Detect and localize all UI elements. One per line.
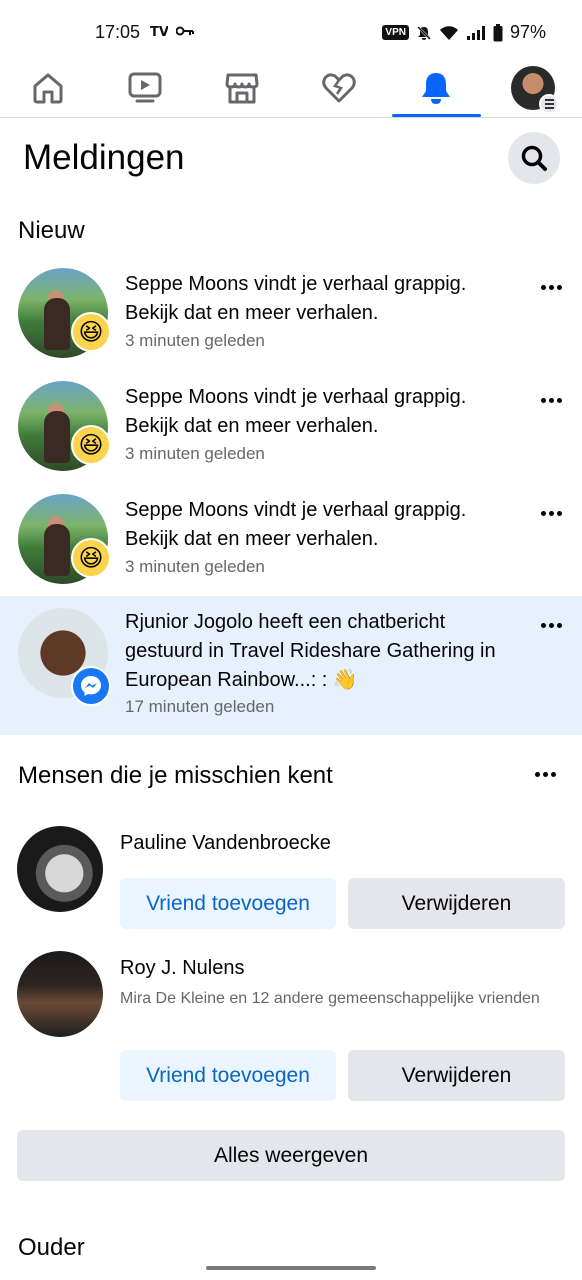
section-heading-new: Nieuw (18, 217, 85, 244)
bell-icon (422, 73, 450, 104)
status-right-icons: VPN 97% (382, 22, 546, 43)
notification-text: Seppe Moons vindt je verhaal grappig. Be… (125, 273, 467, 324)
notification-time: 3 minuten geleden (125, 557, 265, 576)
menu-icon (539, 94, 559, 114)
notification-community-link[interactable]: European Rainbow... (125, 669, 311, 691)
search-icon (521, 145, 547, 171)
tiktok-notification-icon: TV (150, 25, 168, 38)
notification-text: Seppe Moons vindt je verhaal grappig. Be… (125, 386, 467, 437)
add-friend-button[interactable]: Vriend toevoegen (120, 878, 336, 929)
store-icon (225, 73, 259, 104)
mute-bell-icon (417, 25, 431, 40)
search-button[interactable] (508, 132, 560, 184)
notification-item[interactable]: 😆 Seppe Moons vindt je verhaal grappig. … (0, 258, 582, 371)
nav-home-tab[interactable] (3, 58, 93, 118)
notification-text: Seppe Moons vindt je verhaal grappig. Be… (125, 499, 467, 550)
svg-text:TV: TV (150, 25, 168, 38)
remove-suggestion-button[interactable]: Verwijderen (348, 1050, 565, 1101)
top-nav-bar (0, 58, 582, 118)
wifi-icon (439, 25, 458, 40)
notification-item[interactable]: 😆 Seppe Moons vindt je verhaal grappig. … (0, 484, 582, 597)
remove-suggestion-button[interactable]: Verwijderen (348, 878, 565, 929)
heart-icon (322, 73, 356, 103)
notification-item[interactable]: 😆 Seppe Moons vindt je verhaal grappig. … (0, 371, 582, 484)
section-heading-pymk: Mensen die je misschien kent (18, 762, 333, 789)
nav-marketplace-tab[interactable] (197, 58, 287, 118)
haha-reaction-icon: 😆 (71, 312, 111, 352)
status-left-icons: TV (150, 24, 194, 38)
more-options-button[interactable] (538, 615, 564, 635)
status-bar: 17:05 TV VPN 97% (0, 0, 582, 58)
vpn-badge: VPN (382, 25, 409, 40)
more-options-button[interactable] (538, 390, 564, 410)
see-all-button[interactable]: Alles weergeven (17, 1130, 565, 1181)
status-time: 17:05 (95, 22, 141, 42)
person-avatar[interactable] (17, 951, 103, 1037)
home-indicator[interactable] (206, 1266, 376, 1270)
nav-video-tab[interactable] (100, 58, 190, 118)
notification-actor[interactable]: Seppe Moons (125, 499, 248, 521)
more-options-button[interactable] (538, 277, 564, 297)
mutual-friends: Mira De Kleine en 12 andere gemeenschapp… (120, 990, 540, 1007)
battery-icon (493, 23, 503, 41)
notification-actor[interactable]: Seppe Moons (125, 386, 248, 408)
notification-text: Rjunior Jogolo heeft een chatbericht ges… (125, 611, 496, 691)
add-friend-button[interactable]: Vriend toevoegen (120, 1050, 336, 1101)
nav-notifications-tab[interactable] (391, 58, 481, 118)
messenger-icon (71, 666, 111, 706)
page-title: Meldingen (23, 138, 185, 177)
notification-actor[interactable]: Seppe Moons (125, 273, 248, 295)
section-heading-older: Ouder (18, 1234, 85, 1261)
profile-avatar (511, 66, 559, 114)
person-name[interactable]: Roy J. Nulens (120, 957, 245, 980)
nav-dating-tab[interactable] (294, 58, 384, 118)
person-name[interactable]: Pauline Vandenbroecke (120, 832, 331, 855)
notification-time: 3 minuten geleden (125, 331, 265, 350)
notification-time: 3 minuten geleden (125, 444, 265, 463)
haha-reaction-icon: 😆 (71, 425, 111, 465)
home-icon (33, 73, 63, 104)
notification-time: 17 minuten geleden (125, 697, 275, 716)
active-tab-indicator (392, 114, 481, 117)
nav-menu-tab[interactable] (488, 58, 578, 118)
pymk-more-options-button[interactable] (530, 764, 560, 784)
video-icon (128, 72, 162, 103)
notification-actor[interactable]: Rjunior Jogolo (125, 611, 253, 633)
page-header: Meldingen (0, 128, 582, 188)
notification-group-link[interactable]: Travel Rideshare Gathering (230, 640, 475, 662)
battery-level: 97% (509, 22, 546, 42)
notification-item-unread[interactable]: Rjunior Jogolo heeft een chatbericht ges… (0, 596, 582, 735)
more-options-button[interactable] (538, 503, 564, 523)
key-icon (176, 26, 194, 36)
person-avatar[interactable] (17, 826, 103, 912)
signal-icon (466, 25, 485, 40)
haha-reaction-icon: 😆 (71, 538, 111, 578)
